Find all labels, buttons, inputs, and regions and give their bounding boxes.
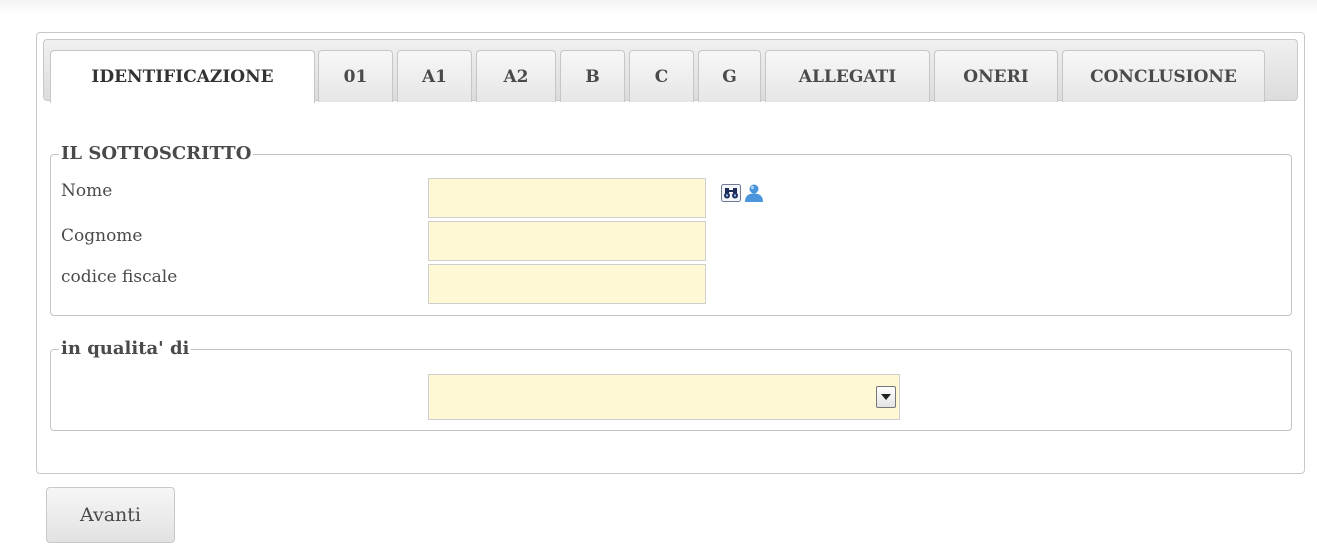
tab-01[interactable]: 01 bbox=[318, 50, 393, 102]
tab-oneri[interactable]: ONERI bbox=[934, 50, 1058, 102]
cognome-label: Cognome bbox=[61, 226, 143, 246]
qualita-fieldset: in qualita' di bbox=[50, 337, 1292, 431]
cognome-input[interactable] bbox=[428, 221, 706, 261]
qualita-select[interactable] bbox=[428, 374, 900, 420]
avanti-button[interactable]: Avanti bbox=[46, 487, 175, 543]
top-shadow bbox=[0, 0, 1317, 14]
tab-bar: IDENTIFICAZIONE 01 A1 A2 B C G ALLEGATI … bbox=[43, 39, 1298, 103]
form-panel: IDENTIFICAZIONE 01 A1 A2 B C G ALLEGATI … bbox=[36, 32, 1305, 474]
nome-label: Nome bbox=[61, 181, 113, 201]
nome-input[interactable] bbox=[428, 178, 706, 218]
tab-g[interactable]: G bbox=[698, 50, 761, 102]
binoculars-icon[interactable] bbox=[721, 184, 741, 206]
tab-identificazione[interactable]: IDENTIFICAZIONE bbox=[50, 50, 315, 103]
chevron-down-icon[interactable] bbox=[876, 386, 896, 408]
tab-a2[interactable]: A2 bbox=[476, 50, 556, 102]
sottoscritto-fieldset: IL SOTTOSCRITTO Nome Cognome codice fisc… bbox=[50, 142, 1292, 316]
tab-conclusione[interactable]: CONCLUSIONE bbox=[1062, 50, 1265, 102]
codice-fiscale-input[interactable] bbox=[428, 264, 706, 304]
codice-fiscale-label: codice fiscale bbox=[61, 267, 178, 287]
tab-c[interactable]: C bbox=[629, 50, 694, 102]
user-icon[interactable] bbox=[744, 183, 764, 207]
tab-a1[interactable]: A1 bbox=[397, 50, 472, 102]
sottoscritto-legend: IL SOTTOSCRITTO bbox=[59, 142, 254, 166]
tab-allegati[interactable]: ALLEGATI bbox=[765, 50, 930, 102]
tab-b[interactable]: B bbox=[560, 50, 625, 102]
qualita-legend: in qualita' di bbox=[59, 337, 192, 361]
